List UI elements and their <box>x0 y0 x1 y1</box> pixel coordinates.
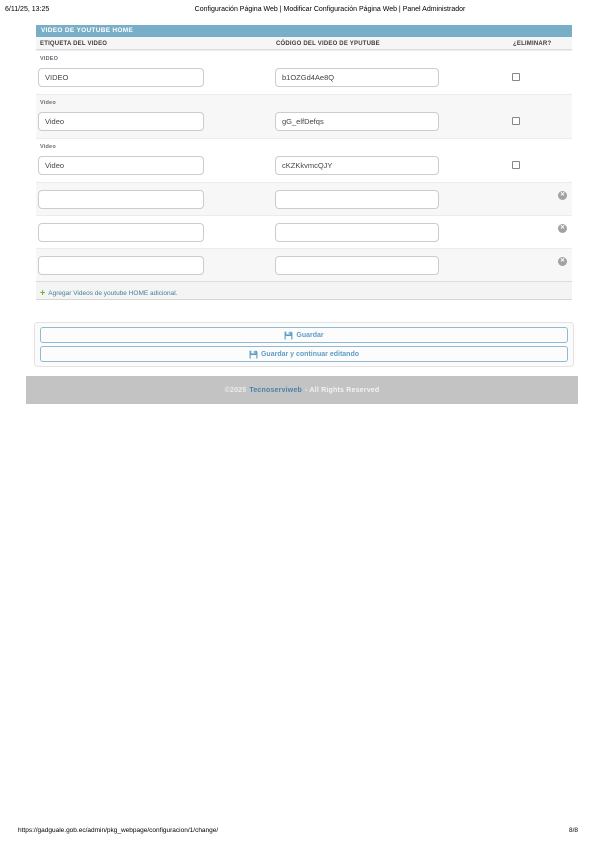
save-icon <box>249 350 258 359</box>
video-row-4: ✕ <box>36 182 572 215</box>
codigo-input-5[interactable] <box>275 223 439 242</box>
print-url: https://gadguale.gob.ec/admin/pkg_webpag… <box>18 827 218 834</box>
codigo-input-4[interactable] <box>275 190 439 209</box>
eliminar-checkbox-3[interactable] <box>512 161 520 169</box>
print-page-number: 8/8 <box>569 827 578 834</box>
codigo-input-2[interactable] <box>275 112 439 131</box>
etiqueta-input-3[interactable] <box>38 156 204 175</box>
save-button[interactable]: Guardar <box>40 327 568 343</box>
print-header: 6/11/25, 13:25 Configuración Página Web … <box>0 6 604 18</box>
video-row-3: Video <box>36 138 572 182</box>
video-row-5: ✕ <box>36 215 572 248</box>
column-codigo: CÓDIGO DEL VIDEO DE YPUTUBE <box>276 41 380 47</box>
eliminar-checkbox-2[interactable] <box>512 117 520 125</box>
save-continue-button[interactable]: Guardar y continuar editando <box>40 346 568 362</box>
etiqueta-input-2[interactable] <box>38 112 204 131</box>
add-icon: + <box>40 288 45 298</box>
etiqueta-input-5[interactable] <box>38 223 204 242</box>
codigo-input-1[interactable] <box>275 68 439 87</box>
module-caption: VIDEO DE YOUTUBE HOME <box>36 25 572 37</box>
delete-row-icon[interactable]: ✕ <box>558 224 567 233</box>
column-etiqueta: ETIQUETA DEL VIDEO <box>40 41 107 47</box>
row-2-label: Video <box>40 100 56 106</box>
etiqueta-input-4[interactable] <box>38 190 204 209</box>
codigo-input-3[interactable] <box>275 156 439 175</box>
print-footer: https://gadguale.gob.ec/admin/pkg_webpag… <box>0 827 604 839</box>
save-icon <box>284 331 293 340</box>
print-datetime: 6/11/25, 13:25 <box>5 6 49 13</box>
footer-rights: - All Rights Reserved <box>305 387 379 394</box>
submit-row: Guardar Guardar y continuar editando <box>34 322 574 367</box>
save-button-label: Guardar <box>296 332 323 339</box>
etiqueta-input-6[interactable] <box>38 256 204 275</box>
eliminar-checkbox-1[interactable] <box>512 73 520 81</box>
codigo-input-6[interactable] <box>275 256 439 275</box>
video-row-1: VIDEO <box>36 50 572 94</box>
footer-copyright: ©2025 <box>225 387 247 394</box>
row-3-label: Video <box>40 144 56 150</box>
column-header-row: ETIQUETA DEL VIDEO CÓDIGO DEL VIDEO DE Y… <box>36 37 572 50</box>
add-video-link[interactable]: Agregar Videos de youtube HOME adicional… <box>48 290 177 297</box>
video-row-6: ✕ <box>36 248 572 281</box>
row-1-label: VIDEO <box>40 56 58 62</box>
add-row: +Agregar Videos de youtube HOME adiciona… <box>36 281 572 300</box>
print-page-title: Configuración Página Web | Modificar Con… <box>195 6 466 13</box>
etiqueta-input-1[interactable] <box>38 68 204 87</box>
column-eliminar: ¿ELIMINAR? <box>513 41 551 47</box>
save-continue-button-label: Guardar y continuar editando <box>261 351 359 358</box>
video-row-2: Video <box>36 94 572 138</box>
delete-row-icon[interactable]: ✕ <box>558 191 567 200</box>
site-footer: ©2025 Tecnoserviweb - All Rights Reserve… <box>26 376 578 404</box>
delete-row-icon[interactable]: ✕ <box>558 257 567 266</box>
footer-brand-link[interactable]: Tecnoserviweb <box>249 387 302 394</box>
youtube-videos-module: VIDEO DE YOUTUBE HOME ETIQUETA DEL VIDEO… <box>36 25 572 300</box>
